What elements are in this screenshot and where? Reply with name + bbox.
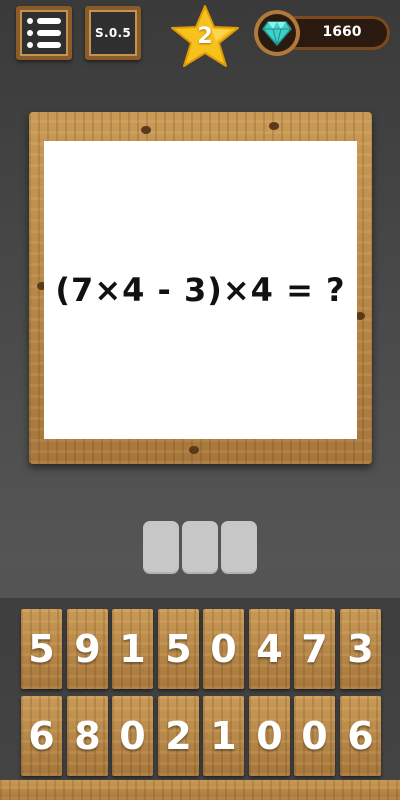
menu-icon (27, 18, 61, 48)
puzzle-question: (7×4 - 3)×4 = ? (55, 271, 346, 309)
digit-key[interactable]: 0 (249, 696, 290, 776)
diamond-icon (262, 21, 292, 46)
gem-icon-holder (254, 10, 300, 56)
digit-key[interactable]: 9 (67, 609, 108, 689)
bottom-wood-strip (0, 780, 400, 800)
digit-key[interactable]: 5 (158, 609, 199, 689)
digit-key[interactable]: 1 (112, 609, 153, 689)
answer-slot[interactable] (143, 521, 179, 574)
digit-key[interactable]: 1 (203, 696, 244, 776)
digit-key[interactable]: 8 (67, 696, 108, 776)
digit-key[interactable]: 4 (249, 609, 290, 689)
digit-key[interactable]: 3 (340, 609, 381, 689)
digit-key[interactable]: 6 (340, 696, 381, 776)
sos-hint-button[interactable]: S.0.5 (85, 6, 141, 60)
level-number: 2 (197, 24, 213, 49)
answer-slot[interactable] (221, 521, 257, 574)
puzzle-board: (7×4 - 3)×4 = ? (44, 141, 357, 439)
gem-counter[interactable]: 1660 (254, 10, 390, 56)
level-star-badge: 2 (168, 4, 242, 68)
digit-key[interactable]: 0 (112, 696, 153, 776)
digit-key[interactable]: 0 (203, 609, 244, 689)
gem-count: 1660 (322, 24, 362, 40)
digit-key[interactable]: 0 (294, 696, 335, 776)
digit-key[interactable]: 6 (21, 696, 62, 776)
digit-key[interactable]: 5 (21, 609, 62, 689)
answer-slot[interactable] (182, 521, 218, 574)
sos-label: S.0.5 (95, 26, 131, 40)
digit-key[interactable]: 2 (158, 696, 199, 776)
menu-button[interactable] (16, 6, 72, 60)
digit-key[interactable]: 7 (294, 609, 335, 689)
